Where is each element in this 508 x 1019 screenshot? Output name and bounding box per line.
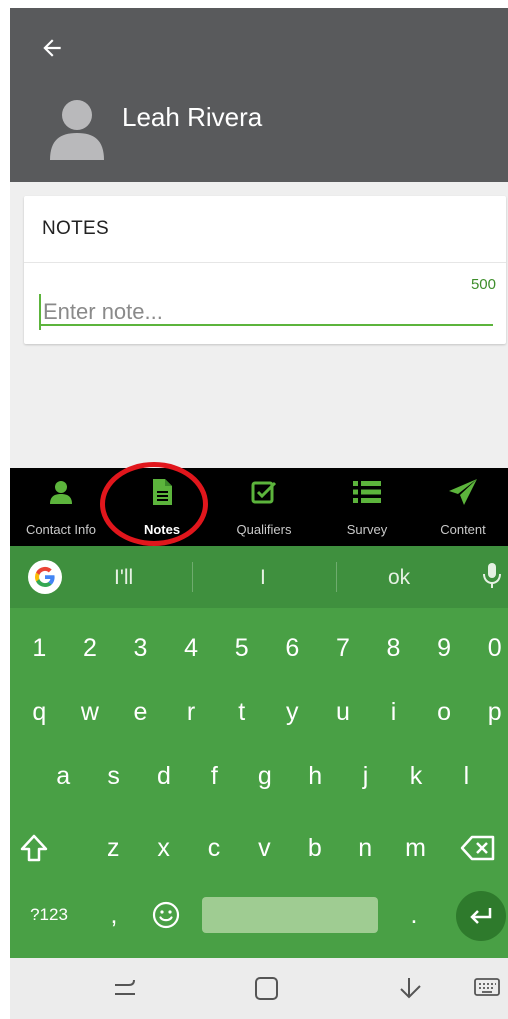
letter-key[interactable]: b: [290, 818, 340, 878]
suggestion-bar: I'll I ok: [10, 546, 508, 608]
microphone-icon[interactable]: [482, 562, 502, 595]
system-nav-bar: [10, 958, 508, 1019]
contact-header: Leah Rivera: [10, 8, 508, 182]
letter-key[interactable]: y: [267, 682, 318, 742]
letter-key[interactable]: u: [318, 682, 369, 742]
notes-card: NOTES 500: [24, 196, 506, 344]
number-key[interactable]: 8: [368, 618, 419, 678]
nav-label-content: Content: [440, 522, 486, 537]
letter-key[interactable]: d: [139, 746, 189, 806]
hide-keyboard-button[interactable]: [396, 976, 422, 1005]
backspace-key[interactable]: [452, 818, 504, 878]
enter-icon: [470, 908, 492, 924]
number-key[interactable]: 5: [216, 618, 267, 678]
letter-key[interactable]: j: [340, 746, 390, 806]
emoji-icon: [152, 901, 180, 929]
comma-key[interactable]: ,: [96, 885, 132, 945]
keyboard-switch-button[interactable]: [474, 978, 500, 1003]
shift-key[interactable]: [10, 818, 58, 878]
notes-title: NOTES: [42, 218, 109, 239]
letter-key[interactable]: s: [88, 746, 138, 806]
suggestion-1[interactable]: I'll: [114, 566, 133, 590]
recent-apps-button[interactable]: [112, 976, 138, 1005]
number-key[interactable]: 1: [14, 618, 65, 678]
number-key[interactable]: 0: [469, 618, 508, 678]
space-bar[interactable]: [202, 897, 378, 933]
list-icon: [353, 481, 381, 503]
letter-key[interactable]: p: [469, 682, 508, 742]
letter-row-1: qwertyuiop: [10, 682, 508, 742]
letter-key[interactable]: t: [216, 682, 267, 742]
back-button[interactable]: [34, 30, 70, 66]
input-underline: [39, 324, 493, 326]
letter-key[interactable]: r: [166, 682, 217, 742]
suggestion-3[interactable]: ok: [388, 566, 410, 590]
letter-key[interactable]: c: [189, 818, 239, 878]
avatar-icon: [48, 96, 106, 162]
letter-key[interactable]: e: [115, 682, 166, 742]
suggestion-divider: [192, 562, 193, 592]
shift-icon: [20, 834, 48, 862]
checkbox-icon: [251, 481, 277, 504]
chevron-down-icon: [400, 978, 421, 999]
letter-key[interactable]: q: [14, 682, 65, 742]
bottom-nav: Contact Info Notes Qualifiers Survey Con…: [10, 468, 508, 546]
symbols-key[interactable]: ?123: [10, 885, 88, 945]
screen: Leah Rivera NOTES 500 Contact Info: [0, 0, 508, 1019]
letter-row-2: asdfghjkl: [10, 746, 508, 806]
number-key[interactable]: 9: [419, 618, 470, 678]
nav-label-survey: Survey: [346, 522, 388, 537]
home-icon: [255, 977, 278, 1000]
letter-key[interactable]: m: [390, 818, 440, 878]
send-icon: [449, 479, 477, 505]
arrow-left-icon: [43, 39, 61, 57]
letter-key[interactable]: n: [340, 818, 390, 878]
letter-row-3: zxcvbnm: [10, 818, 508, 878]
letter-key[interactable]: h: [290, 746, 340, 806]
recent-apps-icon: [115, 979, 135, 995]
nav-item-contact-info[interactable]: Contact Info: [10, 468, 112, 546]
content-area: NOTES 500: [10, 182, 508, 468]
letter-key[interactable]: i: [368, 682, 419, 742]
letter-key[interactable]: k: [391, 746, 441, 806]
google-icon[interactable]: [28, 560, 62, 594]
period-key[interactable]: .: [394, 885, 434, 945]
letter-key[interactable]: w: [65, 682, 116, 742]
highlight-circle: [100, 462, 208, 546]
nav-item-qualifiers[interactable]: Qualifiers: [212, 468, 316, 546]
nav-label-qualifiers: Qualifiers: [236, 522, 292, 537]
letter-key[interactable]: o: [419, 682, 470, 742]
letter-key[interactable]: v: [239, 818, 289, 878]
letter-key[interactable]: a: [38, 746, 88, 806]
number-key[interactable]: 3: [115, 618, 166, 678]
number-key[interactable]: 2: [65, 618, 116, 678]
person-icon: [50, 481, 72, 504]
keyboard-icon: [474, 978, 500, 996]
letter-key[interactable]: l: [441, 746, 491, 806]
nav-item-survey[interactable]: Survey: [316, 468, 418, 546]
number-key[interactable]: 7: [318, 618, 369, 678]
suggestion-2[interactable]: I: [260, 566, 266, 590]
contact-name: Leah Rivera: [122, 102, 263, 132]
card-divider: [24, 262, 506, 263]
letter-key[interactable]: f: [189, 746, 239, 806]
nav-item-content[interactable]: Content: [418, 468, 508, 546]
letter-key[interactable]: g: [240, 746, 290, 806]
letter-key[interactable]: x: [138, 818, 188, 878]
backspace-icon: [460, 835, 495, 861]
number-key[interactable]: 6: [267, 618, 318, 678]
home-button[interactable]: [254, 976, 280, 1007]
keyboard: I'll I ok 1234567890 qwertyuiop asdfghjk…: [10, 546, 508, 958]
emoji-key[interactable]: [144, 885, 188, 945]
char-counter: 500: [470, 276, 496, 293]
enter-key[interactable]: [456, 891, 506, 941]
suggestion-divider: [336, 562, 337, 592]
number-key[interactable]: 4: [166, 618, 217, 678]
letter-key[interactable]: z: [88, 818, 138, 878]
nav-label-contact-info: Contact Info: [25, 522, 97, 537]
number-row: 1234567890: [10, 618, 508, 678]
